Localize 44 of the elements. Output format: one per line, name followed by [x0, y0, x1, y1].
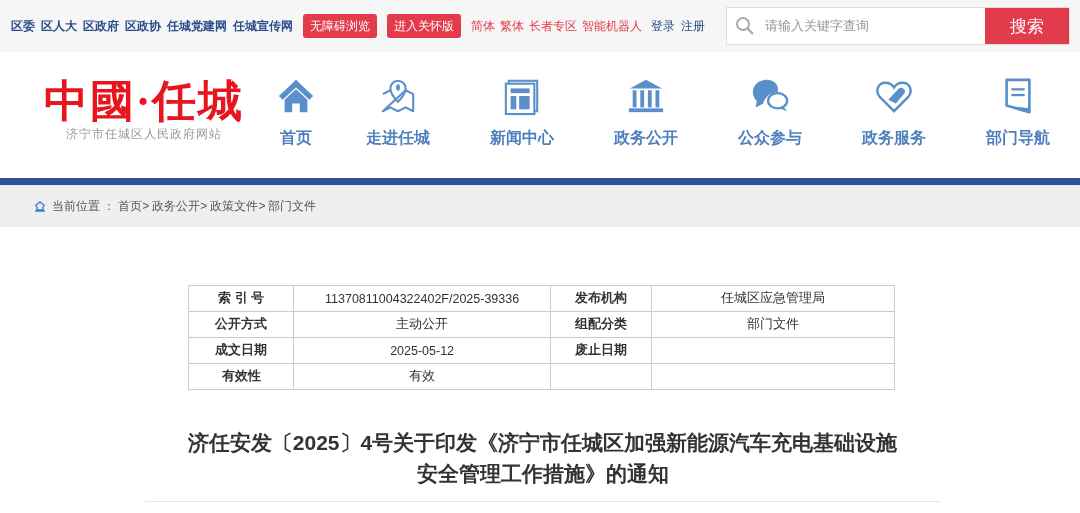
nav-item[interactable]: 走进任城 — [336, 76, 460, 149]
home-icon — [34, 200, 46, 212]
nav-item[interactable]: 公众参与 — [708, 76, 832, 149]
site-logo[interactable]: 中國·任城 — [43, 78, 245, 126]
nav-item[interactable]: 政务服务 — [832, 76, 956, 149]
top-link[interactable]: 任城宣传网 — [233, 17, 293, 35]
field-value: 任城区应急管理局 — [721, 291, 826, 305]
breadcrumb-link[interactable]: 部门文件 — [268, 197, 317, 215]
field-value: 有效 — [409, 369, 436, 383]
field-label: 公开方式 — [215, 317, 268, 331]
mode-button[interactable]: 无障碍浏览 — [303, 14, 377, 38]
top-link[interactable]: 任城党建网 — [167, 17, 227, 35]
field-label: 有效性 — [221, 369, 261, 383]
breadcrumb-link[interactable]: 政策文件> — [210, 197, 266, 215]
top-link[interactable]: 区委 — [11, 17, 35, 35]
breadcrumb-link[interactable]: 政务公开> — [152, 197, 208, 215]
field-label: 组配分类 — [575, 317, 628, 331]
field-label: 成文日期 — [215, 343, 268, 357]
field-label: 发布机构 — [575, 291, 628, 305]
account-link[interactable]: 注册 — [681, 17, 705, 35]
field-value: 部门文件 — [747, 317, 800, 331]
account-link[interactable]: 登录 — [651, 17, 675, 35]
nav-item[interactable]: 新闻中心 — [460, 76, 584, 149]
top-link[interactable]: 智能机器人 — [582, 17, 642, 35]
field-label: 废止日期 — [575, 343, 628, 357]
site-subtitle: 济宁市任城区人民政府网站 — [66, 127, 222, 142]
top-link[interactable]: 简体 — [471, 17, 495, 35]
nav-item[interactable]: 政务公开 — [584, 76, 708, 149]
document-title: 安全管理工作措施》的通知 — [416, 461, 669, 487]
top-link[interactable]: 区政府 — [83, 17, 119, 35]
field-value: 2025-05-12 — [390, 343, 455, 358]
document-title: 济任安发〔2025〕4号关于印发《济宁市任城区加强新能源汽车充电基础设施 — [187, 430, 898, 456]
field-label: 索 引 号 — [218, 291, 265, 305]
field-value: 11370811004322402F/2025-39336 — [325, 291, 520, 306]
top-link[interactable]: 区人大 — [41, 17, 77, 35]
mode-button[interactable]: 进入关怀版 — [387, 14, 461, 38]
top-link[interactable]: 长者专区 — [529, 17, 577, 35]
top-link[interactable]: 繁体 — [500, 17, 524, 35]
nav-item[interactable]: 部门导航 — [956, 76, 1080, 149]
nav-item[interactable]: 首页 — [256, 76, 336, 149]
breadcrumb-link[interactable]: 首页> — [118, 197, 150, 215]
top-link[interactable]: 区政协 — [125, 17, 161, 35]
breadcrumb-label: 当前位置 ： — [52, 197, 116, 215]
field-value: 主动公开 — [396, 317, 449, 331]
